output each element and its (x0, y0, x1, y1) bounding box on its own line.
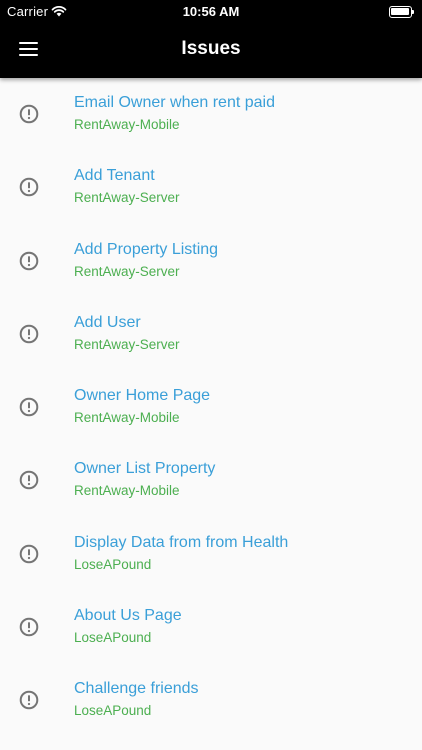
issue-list-item[interactable]: Challenge friends LoseAPound (0, 664, 422, 737)
issue-project: RentAway-Mobile (74, 410, 180, 426)
issue-list-item[interactable]: Add User RentAway-Server (0, 298, 422, 371)
battery-icon (389, 6, 414, 18)
alert-circle-icon (19, 691, 39, 710)
app-header: Carrier 10:56 AM Issues (0, 0, 422, 78)
status-bar: Carrier 10:56 AM (0, 0, 422, 24)
alert-circle-icon (19, 324, 39, 344)
issue-project: LoseAPound (74, 556, 152, 572)
issue-project: RentAway-Server (74, 263, 180, 279)
alert-circle-icon (19, 177, 39, 197)
alert-circle-icon (19, 617, 39, 637)
page-title: Issues (181, 38, 241, 59)
alert-circle-icon (19, 251, 39, 270)
status-time: 10:56 AM (182, 4, 240, 19)
issue-title: Owner List Property (74, 460, 216, 478)
issue-list-item[interactable]: Email Owner when rent paid RentAway-Mobi… (0, 78, 422, 151)
issue-list-item[interactable]: Owner Home Page RentAway-Mobile (0, 371, 422, 444)
issue-title: About Us Page (74, 607, 182, 625)
issue-title: Display Data from from Health (74, 533, 289, 551)
issue-title: Email Owner when rent paid (74, 94, 275, 111)
issue-project: LoseAPound (74, 703, 152, 719)
issues-list: Email Owner when rent paid RentAway-Mobi… (0, 78, 422, 738)
issue-list-item[interactable]: Owner List Property RentAway-Mobile (0, 444, 422, 517)
issue-title: Add User (74, 313, 141, 331)
issue-list-item[interactable]: Add Property Listing RentAway-Server (0, 225, 422, 298)
issue-list-item[interactable]: Add Tenant RentAway-Server (0, 151, 422, 224)
issue-project: LoseAPound (74, 630, 152, 646)
alert-circle-icon (19, 471, 39, 490)
issue-project: RentAway-Mobile (74, 483, 180, 499)
alert-circle-icon (19, 104, 39, 124)
issue-title: Owner Home Page (74, 387, 211, 405)
issue-list-item[interactable]: Display Data from from Health LoseAPound (0, 518, 422, 591)
issue-project: RentAway-Server (74, 336, 180, 352)
issue-title: Add Tenant (74, 167, 155, 185)
alert-circle-icon (19, 544, 39, 564)
issue-list-item[interactable]: About Us Page LoseAPound (0, 591, 422, 664)
issue-title: Challenge friends (74, 680, 199, 698)
issue-title: Add Property Listing (74, 240, 219, 258)
issue-project: RentAway-Mobile (74, 117, 180, 132)
alert-circle-icon (19, 397, 39, 417)
issue-project: RentAway-Server (74, 190, 180, 206)
